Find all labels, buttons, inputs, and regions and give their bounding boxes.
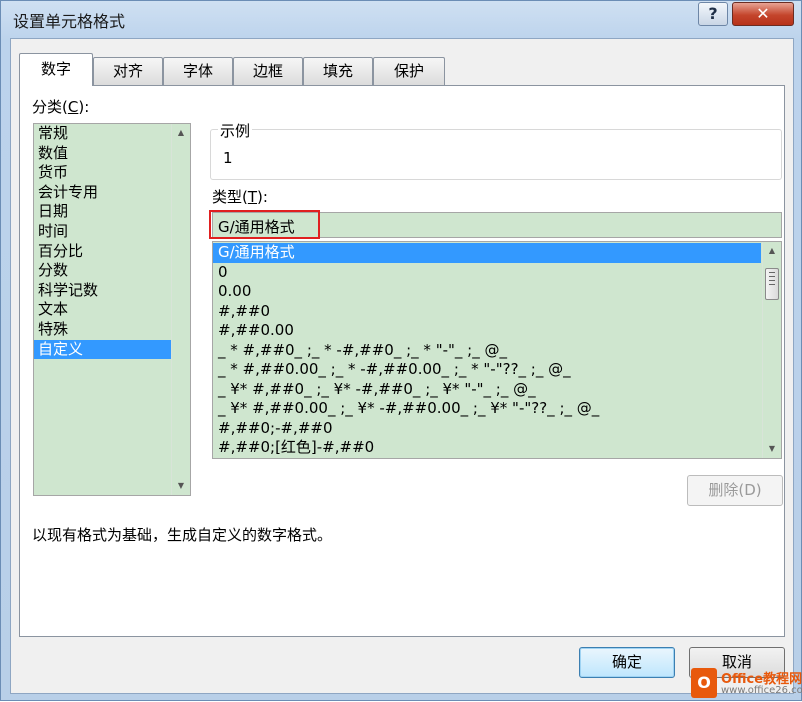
- dialog-client-area: 数字 对齐 字体 边框 填充 保护 分类(C): 常规 数值 货币 会计专用 日期 时间百…: [10, 38, 794, 694]
- scroll-down-icon[interactable]: ▼: [763, 441, 781, 457]
- format-item[interactable]: _ ¥* #,##0.00_ ;_ ¥* -#,##0.00_ ;_ ¥* "-…: [213, 399, 761, 419]
- category-item[interactable]: 常规: [34, 124, 172, 144]
- ok-button[interactable]: 确定: [579, 647, 675, 678]
- title-bar: 设置单元格格式 ? ✕: [1, 1, 801, 37]
- format-item[interactable]: #,##0.00: [213, 321, 761, 341]
- format-scrollbar[interactable]: ▲ ▼: [762, 242, 781, 458]
- scroll-thumb[interactable]: [765, 268, 779, 300]
- sample-value: 1: [223, 149, 233, 167]
- tab-font[interactable]: 字体: [163, 57, 233, 85]
- close-button[interactable]: ✕: [732, 2, 794, 26]
- dialog-title: 设置单元格格式: [13, 12, 126, 31]
- sample-group: [210, 129, 782, 180]
- number-tab-panel: 分类(C): 常规 数值 货币 会计专用 日期 时间 百分比 分数 科学记数 文本 特殊 自定义 ▲ …: [19, 85, 785, 637]
- category-item[interactable]: 日期: [34, 202, 172, 222]
- format-listbox[interactable]: G/通用格式 0 0.00 #,##0 #,##0.00 _ * #,##0_ ;_ * …: [212, 241, 782, 459]
- scroll-up-icon[interactable]: ▲: [763, 243, 781, 259]
- category-item[interactable]: 科学记数: [34, 281, 172, 301]
- description-text: 以现有格式为基础，生成自定义的数字格式。: [32, 526, 333, 544]
- format-item[interactable]: _ * #,##0_ ;_ * -#,##0_ ;_ * "-"_ ;_ @_: [213, 341, 761, 361]
- tab-border[interactable]: 边框: [233, 57, 303, 85]
- format-item[interactable]: G/通用格式: [213, 243, 761, 263]
- category-item[interactable]: 特殊: [34, 320, 172, 340]
- category-item[interactable]: 文本: [34, 300, 172, 320]
- watermark-url: www.office26.com: [721, 685, 802, 696]
- format-item[interactable]: _ * #,##0.00_ ;_ * -#,##0.00_ ;_ * "-"??…: [213, 360, 761, 380]
- category-item[interactable]: 数值: [34, 144, 172, 164]
- format-cells-dialog: 设置单元格格式 ? ✕ 数字 对齐 字体 边框 填充 保护 分类(C): 常规数…: [0, 0, 802, 701]
- tab-number[interactable]: 数字: [19, 53, 93, 86]
- category-item[interactable]: 货币: [34, 163, 172, 183]
- category-item[interactable]: 自定义: [34, 339, 172, 360]
- help-button[interactable]: ?: [698, 2, 728, 26]
- watermark: O Office教程网 www.office26.com: [691, 666, 802, 702]
- category-item[interactable]: 百分比: [34, 242, 172, 262]
- category-label: 分类(C):: [32, 98, 90, 116]
- category-item[interactable]: 分数: [34, 261, 172, 281]
- format-item[interactable]: _ ¥* #,##0_ ;_ ¥* -#,##0_ ;_ ¥* "-"_ ;_ …: [213, 380, 761, 400]
- format-item[interactable]: 0: [213, 263, 761, 283]
- highlight-box: [209, 210, 320, 239]
- scroll-down-icon[interactable]: ▼: [172, 478, 190, 494]
- sample-label: 示例: [218, 120, 253, 141]
- category-scrollbar[interactable]: ▲ ▼: [171, 124, 190, 495]
- delete-button[interactable]: 删除(D): [687, 475, 783, 506]
- category-item[interactable]: 时间: [34, 222, 172, 242]
- tab-protection[interactable]: 保护: [373, 57, 445, 85]
- office-logo-icon: O: [691, 668, 717, 698]
- format-list: G/通用格式 0 0.00 #,##0 #,##0.00 _ * #,##0_ ;_ * …: [213, 243, 761, 458]
- tab-fill[interactable]: 填充: [303, 57, 373, 85]
- category-list: 常规 数值 货币 会计专用 日期 时间 百分比 分数 科学记数 文本 特殊 自定义: [34, 124, 172, 360]
- format-item[interactable]: #,##0: [213, 302, 761, 322]
- category-listbox[interactable]: 常规 数值 货币 会计专用 日期 时间 百分比 分数 科学记数 文本 特殊 自定义 ▲ ▼: [33, 123, 191, 496]
- format-item[interactable]: 0.00: [213, 282, 761, 302]
- scroll-up-icon[interactable]: ▲: [172, 125, 190, 141]
- type-label: 类型(T):: [212, 188, 268, 206]
- format-item[interactable]: #,##0;-#,##0: [213, 419, 761, 439]
- category-item[interactable]: 会计专用: [34, 183, 172, 203]
- tab-alignment[interactable]: 对齐: [93, 57, 163, 85]
- format-item[interactable]: #,##0;[红色]-#,##0: [213, 438, 761, 458]
